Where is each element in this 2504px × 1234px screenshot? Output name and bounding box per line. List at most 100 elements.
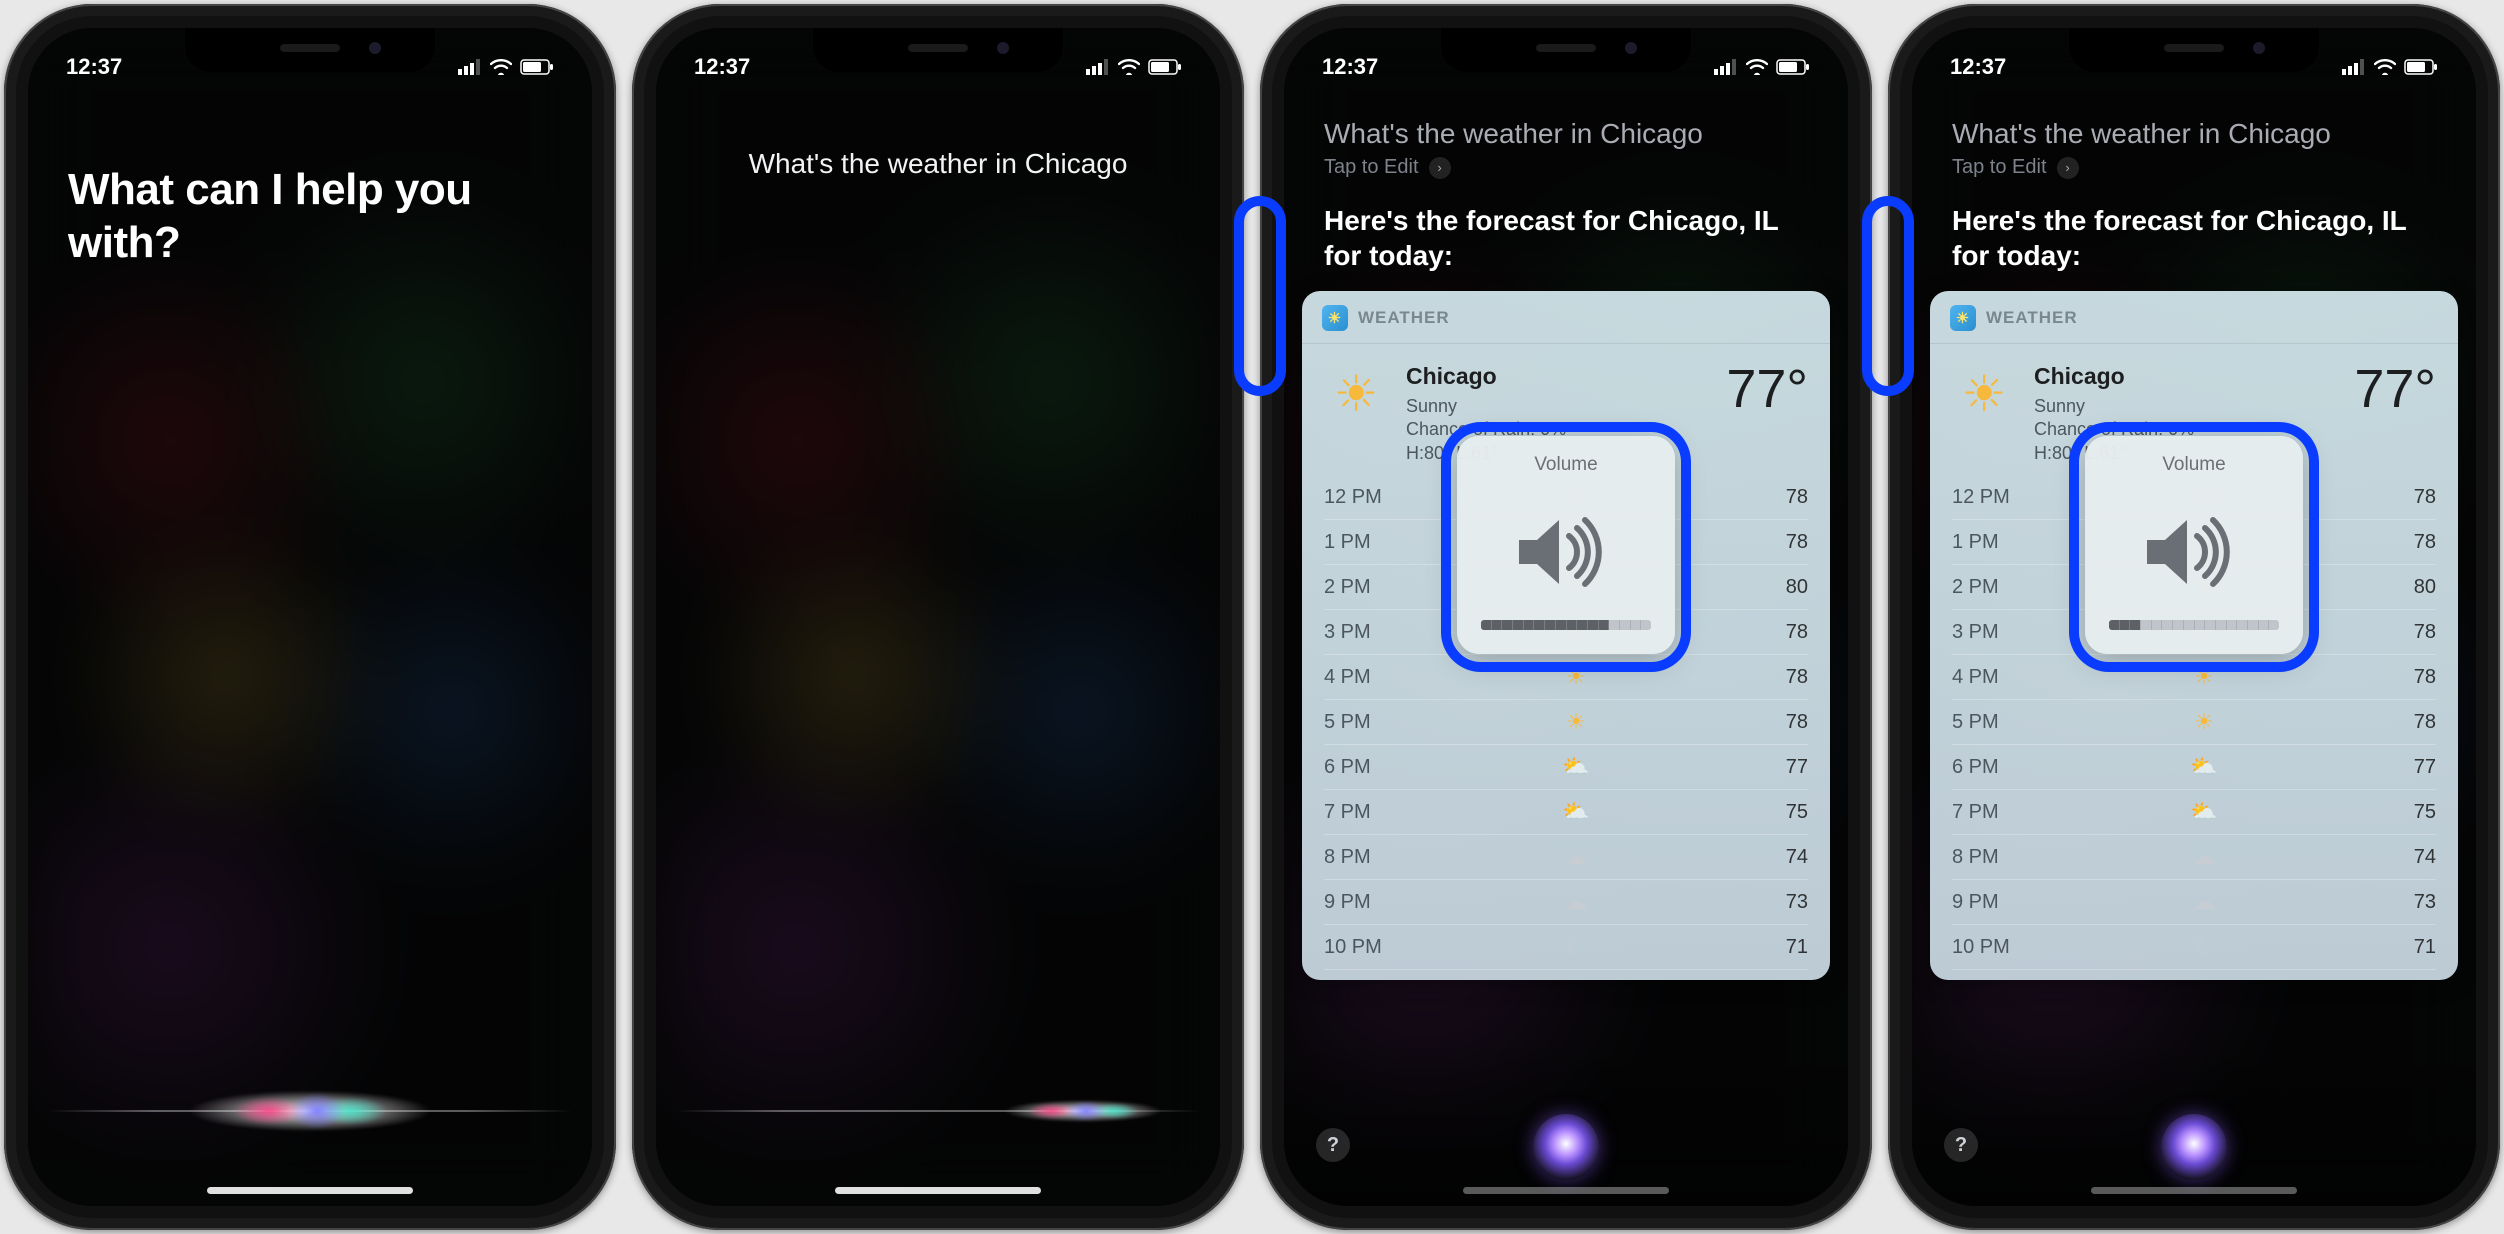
status-time: 12:37	[694, 54, 750, 80]
hourly-weather-icon: ⛅	[2032, 754, 2376, 780]
phone-1: 12:37 What can I help you with?	[4, 4, 616, 1230]
hourly-weather-icon: ⛅	[1404, 799, 1748, 825]
volume-hud: Volume	[2085, 436, 2303, 654]
hourly-temp: 78	[2376, 486, 2436, 509]
tap-to-edit-label: Tap to Edit	[1324, 156, 1419, 179]
wifi-icon	[1118, 59, 1140, 75]
weather-app-label: WEATHER	[1986, 308, 2078, 328]
volume-hud: Volume	[1457, 436, 1675, 654]
hourly-time: 3 PM	[1324, 621, 1404, 644]
hourly-time: 6 PM	[1324, 756, 1404, 779]
status-indicators	[2342, 59, 2438, 75]
volume-label: Volume	[2085, 454, 2303, 476]
notch	[813, 28, 1063, 72]
hourly-row: 4 PM☀78	[1324, 655, 1808, 700]
volume-label: Volume	[1457, 454, 1675, 476]
hourly-temp: 80	[2376, 576, 2436, 599]
hourly-time: 2 PM	[1324, 576, 1404, 599]
chevron-right-icon: ›	[1429, 157, 1451, 179]
hourly-temp: 78	[2376, 621, 2436, 644]
hourly-row: 5 PM☀78	[1324, 700, 1808, 745]
weather-app-label: WEATHER	[1358, 308, 1450, 328]
weather-card-header: ☀ WEATHER	[1930, 291, 2458, 344]
hourly-temp: 78	[1748, 711, 1808, 734]
hourly-row: 10 PM☾71	[1952, 925, 2436, 970]
volume-bar	[1481, 620, 1651, 630]
hourly-row: 6 PM⛅77	[1952, 745, 2436, 790]
siri-response-text: Here's the forecast for Chicago, IL for …	[1284, 203, 1848, 291]
hourly-row: 7 PM⛅75	[1324, 790, 1808, 835]
hourly-temp: 78	[2376, 666, 2436, 689]
hourly-time: 12 PM	[1324, 486, 1404, 509]
hourly-row: 8 PM☁74	[1952, 835, 2436, 880]
hourly-row: 4 PM☀78	[1952, 655, 2436, 700]
hourly-weather-icon: ☀	[1404, 664, 1748, 690]
hourly-time: 5 PM	[1952, 711, 2032, 734]
hourly-time: 8 PM	[1952, 846, 2032, 869]
phone-2: 12:37 What's the weather in Chicago	[632, 4, 1244, 1230]
hourly-weather-icon: ☀	[2032, 709, 2376, 735]
battery-icon	[520, 59, 554, 75]
battery-icon	[1148, 59, 1182, 75]
status-indicators	[1714, 59, 1810, 75]
siri-response-text: Here's the forecast for Chicago, IL for …	[1912, 203, 2476, 291]
hourly-temp: 78	[2376, 711, 2436, 734]
tap-to-edit-button[interactable]: Tap to Edit ›	[1284, 150, 1848, 203]
phone-frame: 12:37 What's the weather in Chicago Tap …	[1888, 4, 2500, 1230]
cellular-icon	[1714, 59, 1738, 75]
hourly-weather-icon: ☁	[2032, 844, 2376, 870]
hourly-time: 1 PM	[1952, 531, 2032, 554]
hourly-time: 6 PM	[1952, 756, 2032, 779]
hourly-weather-icon: ☁	[1404, 889, 1748, 915]
hourly-temp: 78	[1748, 621, 1808, 644]
weather-app-icon: ☀	[1322, 305, 1348, 331]
siri-user-query[interactable]: What's the weather in Chicago	[1284, 118, 1848, 150]
weather-condition: Sunny	[1406, 395, 1708, 418]
hourly-time: 7 PM	[1324, 801, 1404, 824]
hourly-time: 1 PM	[1324, 531, 1404, 554]
hourly-temp: 71	[1748, 936, 1808, 959]
hourly-temp: 71	[2376, 936, 2436, 959]
volume-icon	[2139, 512, 2249, 592]
battery-icon	[1776, 59, 1810, 75]
phone-frame: 12:37 What's the weather in Chicago Tap …	[1260, 4, 1872, 1230]
tap-to-edit-label: Tap to Edit	[1952, 156, 2047, 179]
hourly-weather-icon: ☾	[1404, 934, 1748, 960]
status-time: 12:37	[1322, 54, 1378, 80]
wifi-icon	[1746, 59, 1768, 75]
hourly-time: 7 PM	[1952, 801, 2032, 824]
hourly-temp: 77	[2376, 756, 2436, 779]
hourly-time: 9 PM	[1952, 891, 2032, 914]
hourly-time: 12 PM	[1952, 486, 2032, 509]
volume-bar	[2109, 620, 2279, 630]
phone-3: 12:37 What's the weather in Chicago Tap …	[1260, 4, 1872, 1230]
hourly-time: 3 PM	[1952, 621, 2032, 644]
wifi-icon	[2374, 59, 2396, 75]
hourly-temp: 73	[2376, 891, 2436, 914]
content: What can I help you with?	[28, 28, 592, 1206]
status-time: 12:37	[1950, 54, 2006, 80]
weather-app-icon: ☀	[1950, 305, 1976, 331]
hourly-row: 9 PM☁73	[1952, 880, 2436, 925]
phone-4: 12:37 What's the weather in Chicago Tap …	[1888, 4, 2500, 1230]
siri-user-query[interactable]: What's the weather in Chicago	[1912, 118, 2476, 150]
hourly-time: 2 PM	[1952, 576, 2032, 599]
notch	[185, 28, 435, 72]
hourly-weather-icon: ⛅	[2032, 799, 2376, 825]
status-indicators	[1086, 59, 1182, 75]
tap-to-edit-button[interactable]: Tap to Edit ›	[1912, 150, 2476, 203]
status-time: 12:37	[66, 54, 122, 80]
siri-user-query[interactable]: What's the weather in Chicago	[656, 118, 1220, 180]
hourly-time: 10 PM	[1952, 936, 2032, 959]
wifi-icon	[490, 59, 512, 75]
weather-card-header: ☀ WEATHER	[1302, 291, 1830, 344]
sun-icon: ☀	[1952, 362, 2016, 426]
volume-icon	[1511, 512, 1621, 592]
siri-prompt: What can I help you with?	[28, 118, 592, 316]
hourly-time: 9 PM	[1324, 891, 1404, 914]
hourly-temp: 73	[1748, 891, 1808, 914]
phone-frame: 12:37 What can I help you with?	[4, 4, 616, 1230]
hourly-row: 9 PM☁73	[1324, 880, 1808, 925]
hourly-row: 7 PM⛅75	[1952, 790, 2436, 835]
hourly-row: 6 PM⛅77	[1324, 745, 1808, 790]
